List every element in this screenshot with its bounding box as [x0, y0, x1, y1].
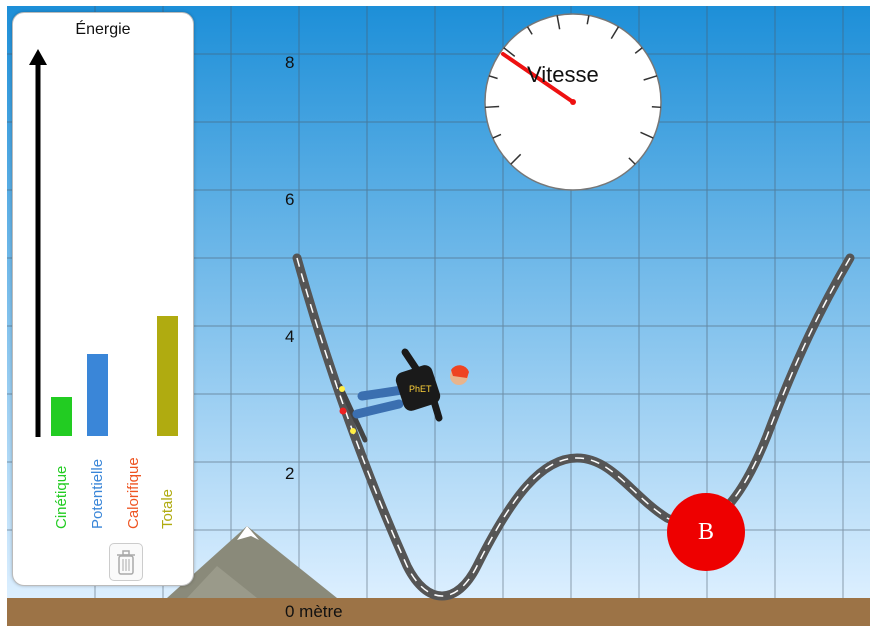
marker-b[interactable]: B: [667, 493, 745, 571]
energy-bar-3: [157, 315, 178, 436]
speed-label: Vitesse: [527, 62, 599, 87]
energy-label-1: Potentielle: [89, 458, 106, 529]
energy-bar-0: [51, 397, 72, 436]
marker-label: B: [697, 518, 714, 545]
y-axis-label-2: 2: [285, 464, 295, 483]
energy-chart-panel: Énergie Cinétique Potentielle Calorifique T…: [12, 12, 194, 586]
energy-label-0: Cinétique: [53, 465, 70, 529]
energy-bar-1: [87, 354, 108, 436]
ground: [7, 598, 870, 626]
y-axis-label-4: 4: [285, 327, 295, 346]
energy-label-2: Calorifique: [125, 457, 142, 529]
gauge-tick: [485, 105, 500, 109]
ground-label: 0 mètre: [285, 602, 343, 621]
trash-icon: [117, 550, 135, 575]
svg-text:PhET: PhET: [409, 384, 432, 394]
clear-energy-button[interactable]: [109, 543, 143, 581]
gauge-tick: [651, 106, 661, 109]
energy-label-3: Totale: [159, 488, 176, 529]
